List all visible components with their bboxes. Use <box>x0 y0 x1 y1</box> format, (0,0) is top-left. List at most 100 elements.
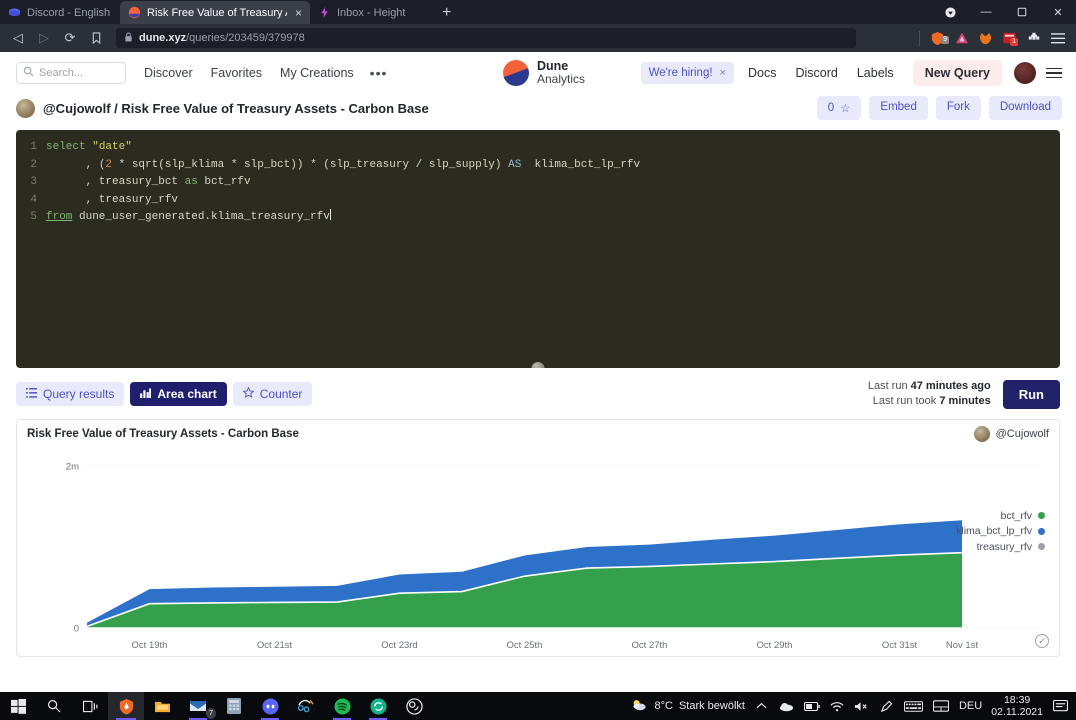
fork-button[interactable]: Fork <box>936 96 981 120</box>
sql-line: 1select "date" <box>16 139 1060 157</box>
weather-widget[interactable]: 8°C Stark bewölkt <box>631 698 745 715</box>
nav-discover[interactable]: Discover <box>144 66 193 80</box>
nav-my-creations[interactable]: My Creations <box>280 66 354 80</box>
list-icon <box>26 387 37 401</box>
minimize-button[interactable]: — <box>968 0 1004 24</box>
legend-item[interactable]: bct_rfv <box>956 508 1045 524</box>
clock[interactable]: 18:39 02.11.2021 <box>991 694 1043 718</box>
tab-area-chart[interactable]: Area chart <box>130 382 226 406</box>
fox-icon[interactable] <box>977 30 994 47</box>
header-link-docs[interactable]: Docs <box>748 66 776 80</box>
header-link-discord[interactable]: Discord <box>795 66 837 80</box>
avatar[interactable] <box>1014 62 1036 84</box>
line-number: 2 <box>16 157 46 175</box>
chart-icon <box>140 387 151 401</box>
keyboard-icon[interactable] <box>904 698 924 714</box>
legend-item[interactable]: klima_bct_lp_rfv <box>956 524 1045 540</box>
pen-icon[interactable] <box>879 698 895 714</box>
browser-menu-icon[interactable] <box>1049 30 1066 47</box>
sql-line: 5from dune_user_generated.klima_treasury… <box>16 209 1060 227</box>
red-extension-icon[interactable]: 1 <box>1001 30 1018 47</box>
address-bar[interactable]: dune.xyz/queries/203459/379978 <box>116 28 856 48</box>
touchpad-icon[interactable] <box>933 698 950 714</box>
taskbar-brave-icon[interactable] <box>108 692 144 720</box>
star-count: 0 <box>828 102 834 114</box>
wifi-icon[interactable] <box>829 698 845 714</box>
star-button[interactable]: 0 ☆ <box>817 96 862 120</box>
area-chart[interactable]: 02mOct 19thOct 21stOct 23rdOct 25thOct 2… <box>17 448 1059 658</box>
legend-item[interactable]: treasury_rfv <box>956 539 1045 555</box>
start-button[interactable] <box>0 692 36 720</box>
maximize-button[interactable] <box>1004 0 1040 24</box>
browser-tab-dune[interactable]: Risk Free Value of Treasury Assets × <box>120 1 310 24</box>
language-indicator[interactable]: DEU <box>959 700 982 712</box>
legend-label: bct_rfv <box>1000 510 1032 522</box>
taskbar-discord-icon[interactable] <box>252 692 288 720</box>
calculator-icon[interactable] <box>216 692 252 720</box>
browser-tab-title: Risk Free Value of Treasury Assets <box>147 7 287 19</box>
browser-tab-bar: Discord - English Risk Free Value of Tre… <box>0 0 1076 24</box>
notifications-icon[interactable] <box>1052 698 1068 714</box>
nav-favorites[interactable]: Favorites <box>211 66 262 80</box>
task-view-icon[interactable] <box>72 692 108 720</box>
close-icon[interactable]: × <box>720 67 726 79</box>
sql-line-text: , treasury_rfv <box>46 192 178 210</box>
taskbar-search-icon[interactable] <box>36 692 72 720</box>
browser-extensions: 9 1 <box>917 30 1070 47</box>
obs-icon[interactable] <box>396 692 432 720</box>
run-button[interactable]: Run <box>1003 380 1060 409</box>
dune-header: Search... Discover Favorites My Creation… <box>0 52 1076 94</box>
tab-query-results[interactable]: Query results <box>16 382 124 406</box>
new-tab-button[interactable]: + <box>430 2 463 24</box>
reload-icon[interactable]: ⟳ <box>58 26 82 50</box>
volume-mute-icon[interactable] <box>854 698 870 714</box>
browser-tab-height[interactable]: Inbox - Height <box>310 1 430 24</box>
brand-name: Dune <box>537 59 585 73</box>
brave-rewards-icon[interactable] <box>932 0 968 24</box>
cloud-icon[interactable] <box>779 698 795 714</box>
back-icon[interactable]: ◁ <box>6 26 30 50</box>
browser-tab-title: Discord - English <box>27 7 112 19</box>
paint-scissors-icon[interactable] <box>288 692 324 720</box>
dune-logo-icon <box>503 60 529 86</box>
file-explorer-icon[interactable] <box>144 692 180 720</box>
puzzle-icon[interactable] <box>1025 30 1042 47</box>
dune-logo[interactable]: Dune Analytics <box>503 59 585 86</box>
header-link-labels[interactable]: Labels <box>857 66 894 80</box>
x-axis-tick-label: Oct 31st <box>882 640 918 651</box>
lock-icon <box>124 32 133 45</box>
download-button[interactable]: Download <box>989 96 1062 120</box>
sql-editor[interactable]: 1select "date"2 , (2 * sqrt(slp_klima * … <box>16 130 1060 368</box>
legend-color-dot <box>1038 512 1045 519</box>
hiring-banner[interactable]: We're hiring! × <box>641 62 734 84</box>
screen: Discord - English Risk Free Value of Tre… <box>0 0 1076 720</box>
close-icon[interactable]: × <box>293 7 302 19</box>
tab-counter[interactable]: Counter <box>233 382 313 406</box>
chevron-up-icon[interactable] <box>754 698 770 714</box>
header-actions: We're hiring! × Docs Discord Labels New … <box>641 60 1062 86</box>
sql-line-text: select "date" <box>46 139 132 157</box>
new-query-button[interactable]: New Query <box>913 60 1002 86</box>
tab-label: Query results <box>43 387 114 401</box>
close-window-button[interactable]: ✕ <box>1040 0 1076 24</box>
avatar <box>974 426 990 442</box>
bookmark-icon[interactable] <box>84 26 108 50</box>
embed-button[interactable]: Embed <box>869 96 927 120</box>
x-axis-tick-label: Oct 23rd <box>381 640 417 651</box>
mail-badge: 7 <box>206 708 216 719</box>
forward-icon[interactable]: ▷ <box>32 26 56 50</box>
editor-resize-handle[interactable] <box>532 362 545 368</box>
brave-shield-icon[interactable]: 9 <box>929 30 946 47</box>
sql-line-text: from dune_user_generated.klima_treasury_… <box>46 209 331 227</box>
mail-icon[interactable]: 7 <box>180 692 216 720</box>
nav-more-icon[interactable]: ••• <box>370 65 388 81</box>
search-input[interactable]: Search... <box>16 62 126 84</box>
spotify-icon[interactable] <box>324 692 360 720</box>
warning-triangle-icon[interactable] <box>953 30 970 47</box>
dune-page: Search... Discover Favorites My Creation… <box>0 52 1076 692</box>
battery-icon[interactable] <box>804 698 820 714</box>
menu-icon[interactable] <box>1046 68 1062 79</box>
browser-tab-discord[interactable]: Discord - English <box>0 1 120 24</box>
sql-code[interactable]: 1select "date"2 , (2 * sqrt(slp_klima * … <box>16 130 1060 227</box>
sync-icon[interactable] <box>360 692 396 720</box>
